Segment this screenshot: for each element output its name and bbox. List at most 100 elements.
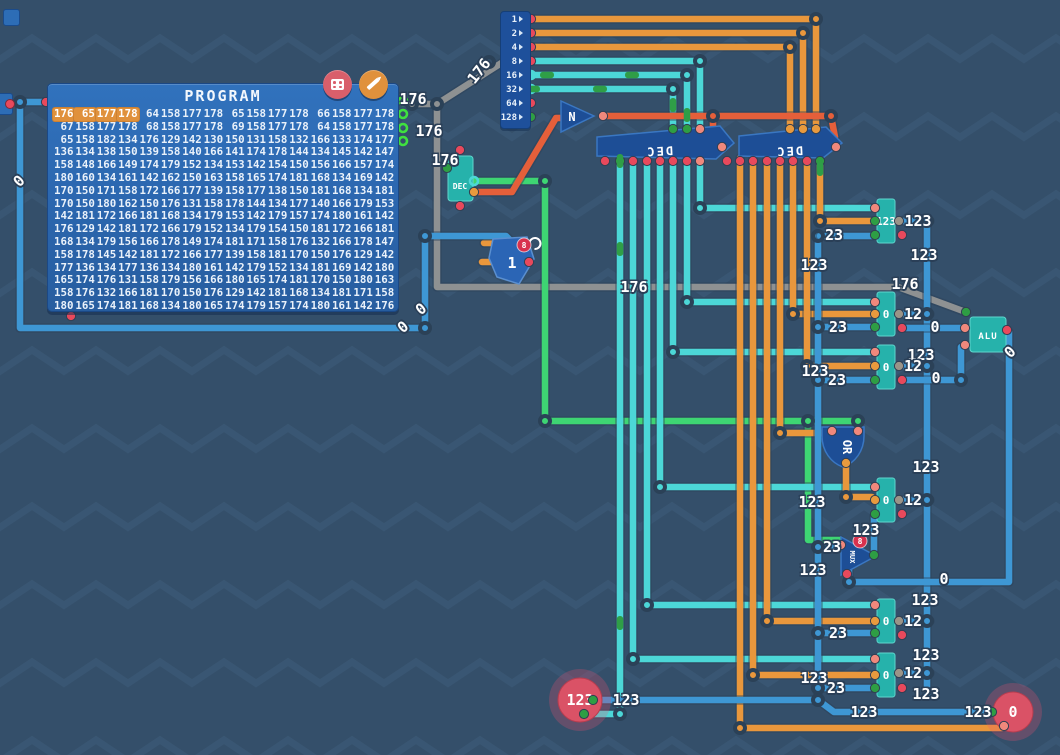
wire-value-label: 123	[904, 212, 931, 230]
pin-orange[interactable]	[870, 309, 879, 318]
wire-value-label: 123	[801, 362, 828, 380]
pin-orange[interactable]	[798, 124, 807, 133]
pin-green[interactable]	[682, 124, 691, 133]
pin-ring[interactable]	[399, 124, 407, 132]
pin-salmon[interactable]	[831, 142, 840, 151]
pin-salmon[interactable]	[999, 721, 1008, 730]
pin-salmon[interactable]	[870, 347, 879, 356]
pin-red[interactable]	[682, 156, 691, 165]
pin-salmon[interactable]	[717, 142, 726, 151]
pin-red[interactable]	[655, 156, 664, 165]
pin-red[interactable]	[802, 156, 811, 165]
pin-gray[interactable]	[894, 309, 903, 318]
pin-red[interactable]	[775, 156, 784, 165]
pin-red[interactable]	[1002, 325, 1011, 334]
program-view-button[interactable]	[323, 70, 352, 99]
pin-green[interactable]	[588, 695, 597, 704]
pin-red[interactable]	[897, 323, 906, 332]
pin-red[interactable]	[897, 230, 906, 239]
pin-green[interactable]	[668, 124, 677, 133]
pin-salmon[interactable]	[870, 600, 879, 609]
program-cell: 174	[288, 300, 309, 313]
pin-orange[interactable]	[870, 495, 879, 504]
wire-value-label: 176	[399, 90, 426, 108]
pin-red[interactable]	[455, 201, 464, 210]
wire-value-label: 123	[798, 493, 825, 511]
pin-orange[interactable]	[785, 124, 794, 133]
pin-salmon[interactable]	[960, 340, 969, 349]
pin-red[interactable]	[735, 156, 744, 165]
program-row: 1581781451421811721661771391581811701501…	[53, 247, 398, 260]
pin-red[interactable]	[642, 156, 651, 165]
program-cell: 180	[310, 300, 331, 313]
pin-green[interactable]	[870, 509, 879, 518]
pin-green[interactable]	[579, 709, 588, 718]
pin-red[interactable]	[842, 569, 851, 578]
pin-salmon[interactable]	[870, 203, 879, 212]
pin-gray[interactable]	[894, 216, 903, 225]
program-cell: 174	[96, 300, 117, 313]
pin-ring[interactable]	[399, 110, 407, 118]
byte-splitter[interactable]: 1248163264128	[500, 11, 531, 129]
program-cell: 165	[203, 300, 224, 313]
pin-salmon[interactable]	[870, 482, 879, 491]
program-cell: 176	[374, 300, 395, 313]
pin-red[interactable]	[66, 311, 75, 320]
pin-orange[interactable]	[870, 616, 879, 625]
pin-ring[interactable]	[399, 137, 407, 145]
signal-pulse	[817, 162, 824, 176]
program-row: 176 65177178 64158177178 65158177178 661…	[53, 106, 398, 119]
pin-gray[interactable]	[894, 616, 903, 625]
pin-red[interactable]	[668, 156, 677, 165]
edge-connector-pin[interactable]	[5, 99, 15, 109]
pin-red[interactable]	[600, 156, 609, 165]
pin-green[interactable]	[869, 550, 878, 559]
pin-green[interactable]	[870, 230, 879, 239]
pin-red[interactable]	[524, 257, 533, 266]
register-6-value: 0	[883, 669, 890, 682]
pin-orange[interactable]	[841, 458, 850, 467]
pin-orange[interactable]	[469, 187, 478, 196]
splitter-pin-label-32: 32	[506, 85, 523, 95]
pin-green[interactable]	[870, 628, 879, 637]
not-gate[interactable]	[561, 101, 594, 132]
pin-salmon[interactable]	[870, 297, 879, 306]
pin-salmon[interactable]	[695, 156, 704, 165]
pin-red[interactable]	[788, 156, 797, 165]
program-panel[interactable]: PROGRAM 176 65177178 64158177178 6515817…	[47, 83, 399, 312]
corner-node[interactable]	[3, 9, 20, 26]
wire-value-label: 176	[415, 122, 442, 140]
pin-orange[interactable]	[811, 124, 820, 133]
pin-red[interactable]	[762, 156, 771, 165]
grid-icon	[331, 79, 344, 90]
pin-green[interactable]	[870, 216, 879, 225]
pin-salmon[interactable]	[827, 426, 836, 435]
pin-salmon[interactable]	[960, 323, 969, 332]
program-row: 1701501711581721661771391581771381501811…	[53, 183, 398, 196]
pin-green[interactable]	[870, 375, 879, 384]
edit-program-button[interactable]	[359, 70, 388, 99]
pin-green[interactable]	[961, 307, 970, 316]
pin-gray[interactable]	[894, 668, 903, 677]
pin-green[interactable]	[870, 322, 879, 331]
wire-value-label: 123	[800, 669, 827, 687]
signal-pulse	[617, 242, 624, 256]
pin-gray[interactable]	[894, 361, 903, 370]
pin-salmon[interactable]	[870, 654, 879, 663]
pin-gray[interactable]	[894, 495, 903, 504]
pin-red[interactable]	[628, 156, 637, 165]
circuit-canvas[interactable]: DECDECNDECORMUX1ALU12300000881230 PROGRA…	[0, 0, 1060, 755]
pin-red[interactable]	[897, 630, 906, 639]
pin-red[interactable]	[748, 156, 757, 165]
wire-teal[interactable]	[586, 158, 620, 714]
pin-red[interactable]	[722, 156, 731, 165]
pin-salmon[interactable]	[695, 124, 704, 133]
pin-green[interactable]	[870, 683, 879, 692]
pin-salmon[interactable]	[598, 111, 607, 120]
pin-salmon[interactable]	[853, 426, 862, 435]
pin-orange[interactable]	[870, 361, 879, 370]
pin-red[interactable]	[897, 375, 906, 384]
pin-orange[interactable]	[870, 670, 879, 679]
pin-red[interactable]	[897, 509, 906, 518]
pin-red[interactable]	[897, 683, 906, 692]
